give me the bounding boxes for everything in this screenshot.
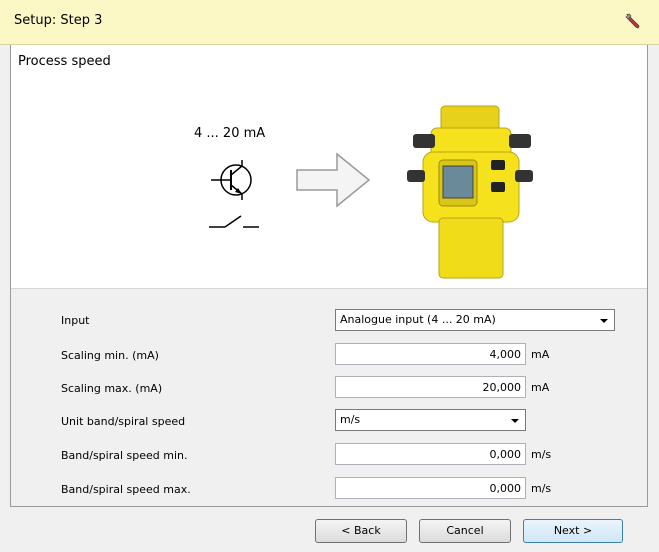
scaling-max-field[interactable]: 20,000: [335, 376, 526, 398]
section-title: Process speed: [18, 54, 111, 69]
illustration-panel: Process speed 4 ... 20 mA: [11, 45, 647, 289]
speed-max-label: Band/spiral speed max.: [61, 483, 191, 496]
unit-speed-select[interactable]: m/s: [335, 409, 526, 431]
arrow-right-icon: [296, 152, 371, 208]
window-title: Setup: Step 3: [14, 13, 103, 28]
transistor-icon: [211, 160, 252, 200]
scaling-min-unit: mA: [531, 348, 550, 361]
chevron-down-icon: [600, 319, 608, 323]
wrench-icon[interactable]: [623, 11, 643, 31]
scaling-min-label: Scaling min. (mA): [61, 349, 159, 362]
signal-label: 4 ... 20 mA: [194, 126, 266, 141]
chevron-down-icon: [511, 419, 519, 423]
unit-speed-select-value: m/s: [340, 413, 361, 426]
input-select-value: Analogue input (4 ... 20 mA): [340, 313, 496, 326]
switch-icon: [209, 215, 259, 228]
input-select[interactable]: Analogue input (4 ... 20 mA): [335, 309, 615, 331]
scaling-max-unit: mA: [531, 381, 550, 394]
next-button[interactable]: Next >: [523, 519, 623, 543]
scaling-max-label: Scaling max. (mA): [61, 382, 163, 395]
back-button[interactable]: < Back: [315, 519, 407, 543]
input-label: Input: [61, 314, 90, 327]
title-bar: Setup: Step 3: [0, 0, 659, 45]
device-image: [407, 105, 533, 279]
speed-min-unit: m/s: [531, 448, 552, 461]
speed-max-field[interactable]: 0,000: [335, 477, 526, 499]
scaling-min-field[interactable]: 4,000: [335, 343, 526, 365]
unit-speed-label: Unit band/spiral speed: [61, 415, 186, 428]
content-frame: Process speed 4 ... 20 mA Input Analogue…: [10, 45, 648, 507]
speed-min-label: Band/spiral speed min.: [61, 449, 188, 462]
cancel-button[interactable]: Cancel: [419, 519, 511, 543]
speed-min-field[interactable]: 0,000: [335, 443, 526, 465]
speed-max-unit: m/s: [531, 482, 552, 495]
